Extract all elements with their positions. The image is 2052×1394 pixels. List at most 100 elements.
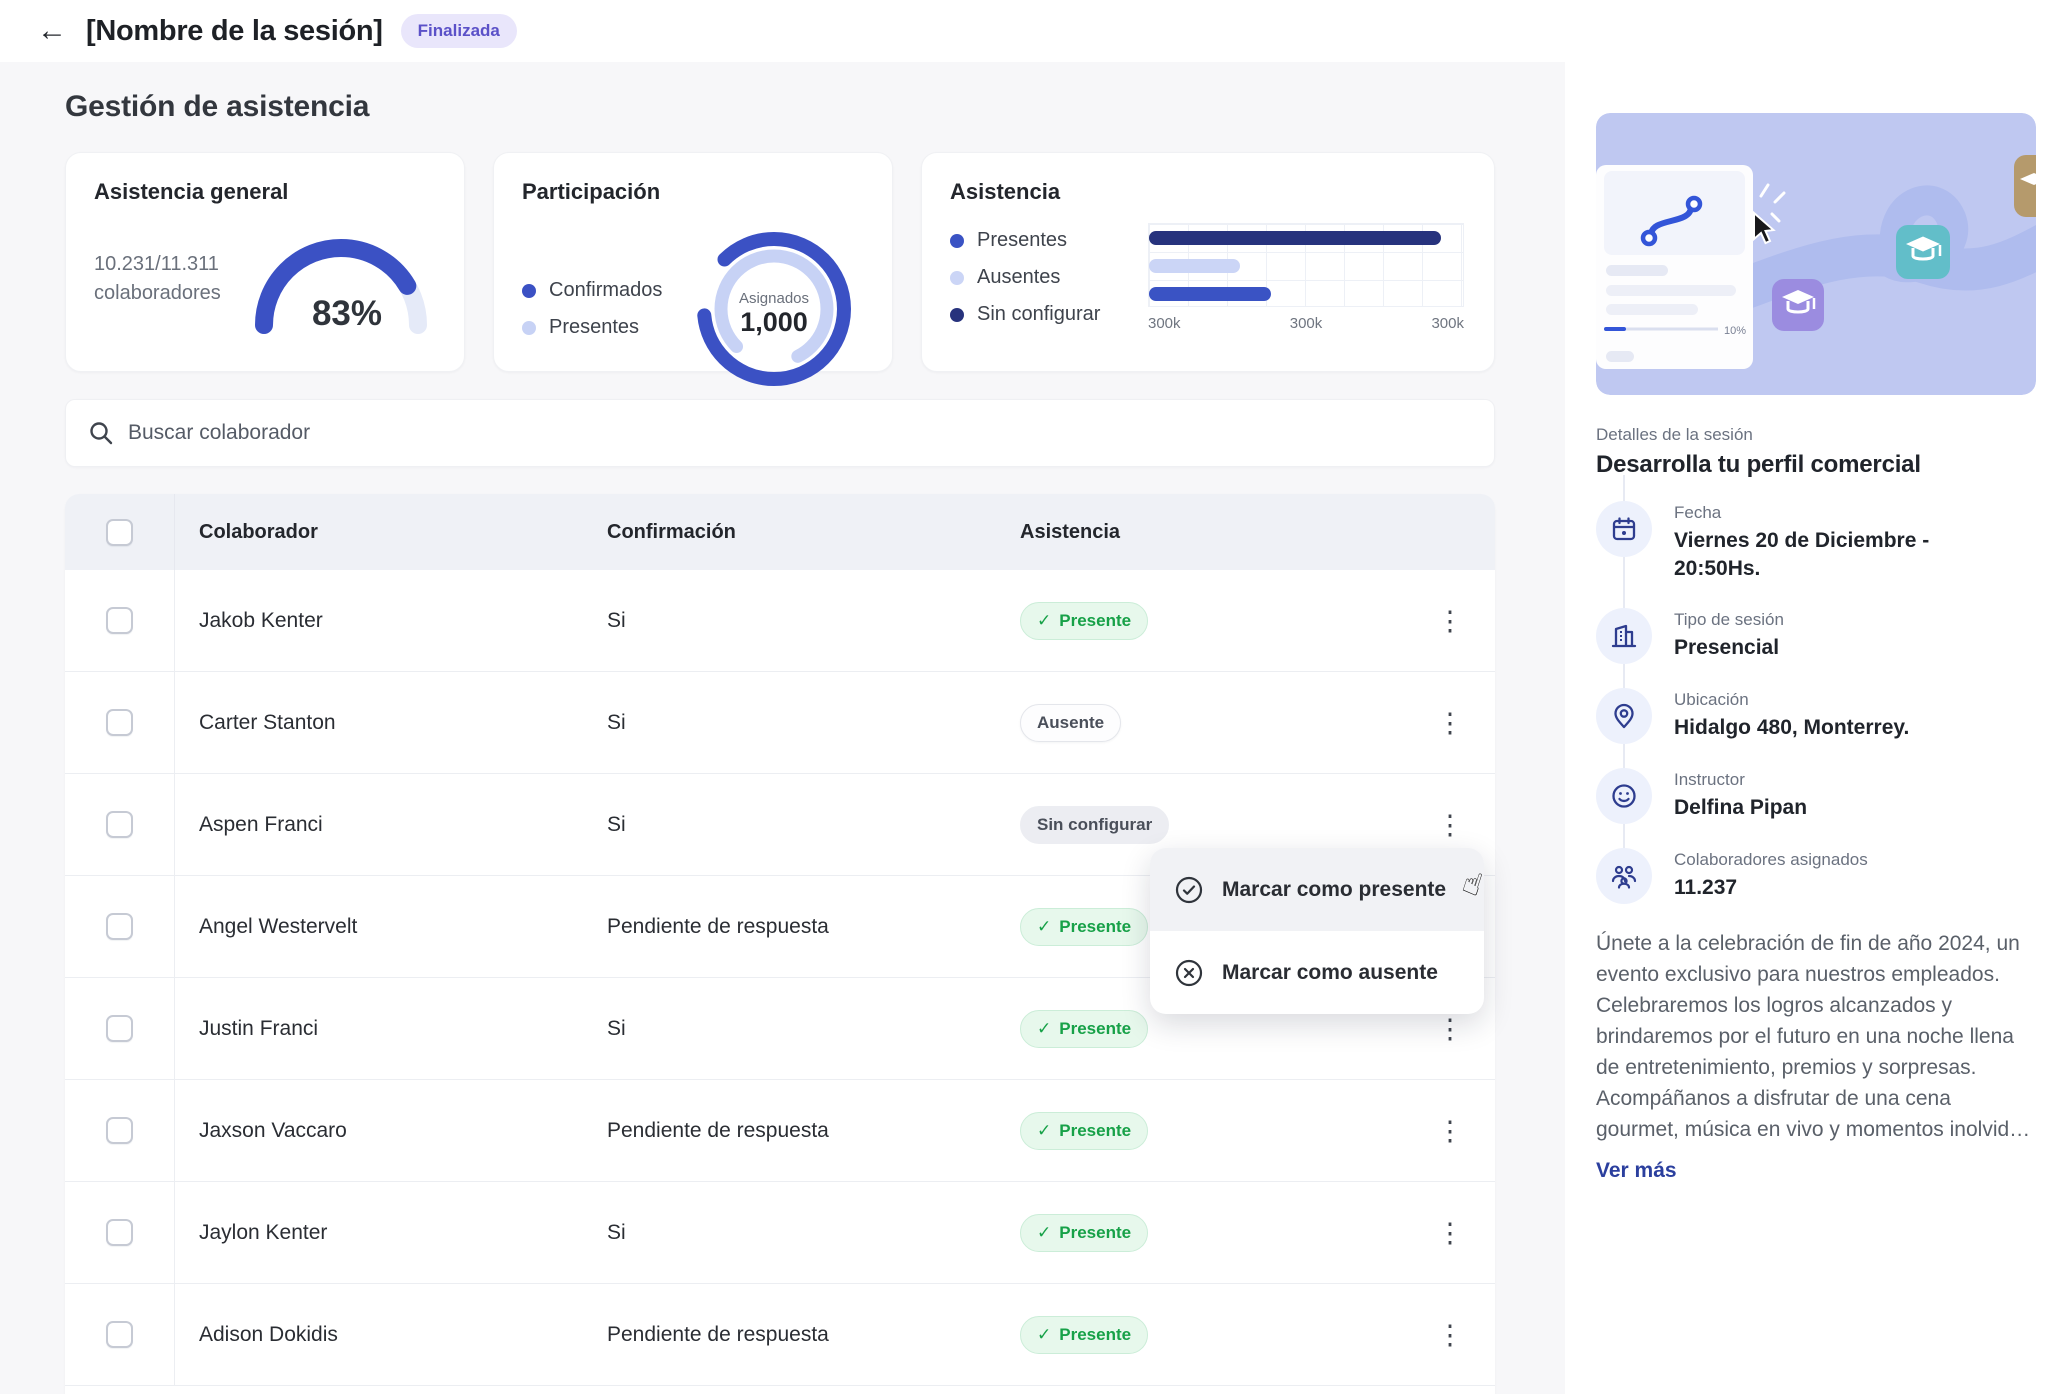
column-confirmacion: Confirmación	[583, 521, 996, 544]
row-menu-button[interactable]: ⋮	[1428, 1109, 1472, 1153]
legend-label: Sin configurar	[977, 303, 1100, 326]
row-checkbox[interactable]	[106, 1015, 133, 1042]
stats-cards: Asistencia general 10.231/11.311 colabor…	[65, 152, 1495, 372]
menu-item-x-circle[interactable]: Marcar como ausente	[1150, 931, 1484, 1014]
donut-chart: Asignados 1,000	[688, 223, 860, 395]
row-checkbox[interactable]	[106, 1321, 133, 1348]
building-icon-circle	[1596, 608, 1652, 664]
session-name: Desarrolla tu perfil comercial	[1596, 451, 2036, 479]
row-checkbox[interactable]	[106, 607, 133, 634]
legend-item: Presentes	[950, 229, 1100, 252]
grad-cap-tile-purple	[1772, 279, 1824, 331]
row-menu-button[interactable]: ⋮	[1428, 599, 1472, 643]
confirmation-value: Si	[583, 609, 996, 633]
row-menu-button[interactable]: ⋮	[1428, 1313, 1472, 1357]
check-icon: ✓	[1037, 1019, 1051, 1039]
legend-label: Presentes	[549, 316, 639, 339]
table-header: Colaborador Confirmación Asistencia	[65, 494, 1495, 570]
collaborator-name: Aspen Franci	[175, 813, 583, 837]
badge-label: Sin configurar	[1037, 815, 1152, 835]
detail-label: Tipo de sesión	[1674, 610, 1784, 630]
bar-plot	[1148, 223, 1464, 307]
bar-ausentes	[1149, 259, 1240, 273]
card-asistencia: Asistencia PresentesAusentesSin configur…	[921, 152, 1495, 372]
row-menu-button[interactable]: ⋮	[1428, 701, 1472, 745]
bar-presentes	[1149, 287, 1271, 301]
legend-item: Sin configurar	[950, 303, 1100, 326]
select-all-checkbox[interactable]	[106, 519, 133, 546]
session-description: Únete a la celebración de fin de año 202…	[1596, 928, 2039, 1146]
menu-item-check-circle[interactable]: Marcar como presente☝	[1150, 848, 1484, 931]
axis-tick: 300k	[1431, 315, 1464, 332]
header-checkbox-cell	[65, 494, 175, 570]
page-title: Gestión de asistencia	[65, 90, 1565, 124]
session-title: [Nombre de la sesión]	[86, 15, 383, 48]
badge-label: Presente	[1059, 1019, 1131, 1039]
table-tail	[65, 1386, 1495, 1394]
check-icon: ✓	[1037, 611, 1051, 631]
card-asistencia-general: Asistencia general 10.231/11.311 colabor…	[65, 152, 465, 372]
details-label: Detalles de la sesión	[1596, 425, 2036, 445]
badge-label: Presente	[1059, 1121, 1131, 1141]
legend-label: Presentes	[977, 229, 1067, 252]
attendance-management-app: ← [Nombre de la sesión] Finalizada Gesti…	[0, 0, 2052, 1394]
check-icon: ✓	[1037, 917, 1051, 937]
legend-item: Ausentes	[950, 266, 1100, 289]
main-content: Gestión de asistencia Asistencia general…	[0, 62, 1565, 1394]
table-row: Jaylon Kenter Si ✓ Presente ⋮	[65, 1182, 1495, 1284]
card-title: Asistencia general	[94, 179, 436, 205]
card-participacion: Participación ConfirmadosPresentes Asign…	[493, 152, 893, 372]
bar-sin-configurar	[1149, 231, 1441, 245]
row-checkbox[interactable]	[106, 913, 133, 940]
building-icon	[1610, 622, 1638, 650]
check-circle-icon	[1174, 875, 1204, 905]
row-menu-button[interactable]: ⋮	[1428, 1211, 1472, 1255]
badge-label: Presente	[1059, 1223, 1131, 1243]
legend-dot-icon	[522, 284, 536, 298]
detail-label: Fecha	[1674, 503, 2004, 523]
table-row: Jaxson Vaccaro Pendiente de respuesta ✓ …	[65, 1080, 1495, 1182]
check-icon: ✓	[1037, 1325, 1051, 1345]
row-checkbox[interactable]	[106, 709, 133, 736]
collaborator-name: Adison Dokidis	[175, 1323, 583, 1347]
gauge-chart: 83%	[246, 223, 436, 335]
users-icon	[1609, 861, 1639, 891]
column-asistencia: Asistencia	[996, 521, 1405, 544]
attendance-badge: ✓ Presente	[1020, 1316, 1148, 1354]
mini-card: 10%	[1596, 165, 1753, 369]
search-icon	[88, 420, 114, 446]
session-detail-users: Colaboradores asignados11.237	[1596, 848, 2036, 904]
table-row: Carter Stanton Si Ausente ⋮	[65, 672, 1495, 774]
row-checkbox[interactable]	[106, 811, 133, 838]
back-button[interactable]: ←	[30, 9, 74, 53]
detail-value: Hidalgo 480, Monterrey.	[1674, 714, 1909, 742]
collaborator-name: Jaxson Vaccaro	[175, 1119, 583, 1143]
session-detail-smiley: InstructorDelfina Pipan	[1596, 768, 2036, 824]
session-detail-calendar: Fecha Viernes 20 de Diciembre - 20:50Hs.	[1596, 501, 2036, 584]
attendance-badge: ✓ Presente	[1020, 602, 1148, 640]
search-bar	[65, 399, 1495, 467]
row-context-menu: Marcar como presente☝Marcar como ausente	[1150, 848, 1484, 1014]
detail-label: Instructor	[1674, 770, 1807, 790]
detail-value: Viernes 20 de Diciembre - 20:50Hs.	[1674, 527, 2004, 584]
session-details-panel: 10%	[1565, 62, 2052, 1394]
bar-legend: Presentes Ausentes Sin configurar	[950, 229, 1100, 326]
see-more-link[interactable]: Ver más	[1596, 1159, 1677, 1183]
column-colaborador: Colaborador	[175, 521, 583, 544]
legend-dot-icon	[950, 234, 964, 248]
grad-cap-tile-tan	[2014, 155, 2036, 217]
row-checkbox[interactable]	[106, 1219, 133, 1246]
row-menu-button[interactable]: ⋮	[1428, 803, 1472, 847]
collaborator-name: Jakob Kenter	[175, 609, 583, 633]
attendance-badge: Sin configurar	[1020, 806, 1169, 844]
session-detail-list: Fecha Viernes 20 de Diciembre - 20:50Hs. T…	[1596, 501, 2036, 904]
check-icon: ✓	[1037, 1223, 1051, 1243]
row-checkbox[interactable]	[106, 1117, 133, 1144]
collaborator-name: Carter Stanton	[175, 711, 583, 735]
attendance-badge: ✓ Presente	[1020, 908, 1148, 946]
table-row: Jakob Kenter Si ✓ Presente ⋮	[65, 570, 1495, 672]
grad-cap-tile-teal	[1896, 225, 1950, 279]
search-input[interactable]	[128, 421, 1472, 445]
detail-value: 11.237	[1674, 874, 1868, 902]
session-illustration: 10%	[1596, 113, 2036, 395]
